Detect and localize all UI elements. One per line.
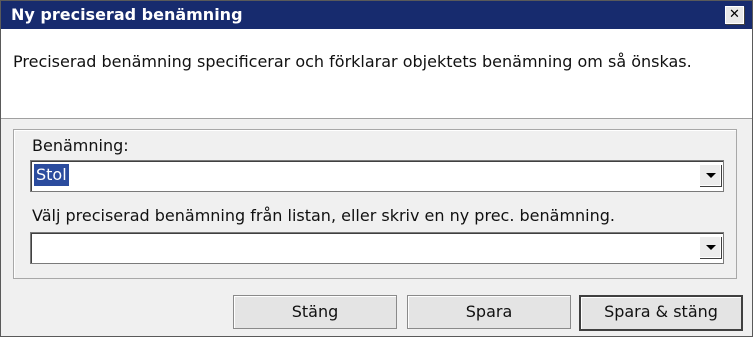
save-button[interactable]: Spara [407,295,571,329]
precise-dropdown-arrow[interactable] [699,236,721,258]
name-combobox[interactable]: Stol [30,160,724,192]
info-text: Preciserad benämning specificerar och fö… [13,52,692,71]
chevron-down-icon [706,245,716,250]
title-bar[interactable]: Ny preciserad benämning ✕ [1,1,752,29]
close-button[interactable]: Stäng [233,295,397,329]
dialog-window: Ny preciserad benämning ✕ Preciserad ben… [0,0,753,337]
chevron-down-icon [706,173,716,178]
save-and-close-button[interactable]: Spara & stäng [579,295,743,331]
name-dropdown-arrow[interactable] [699,164,721,186]
precise-combobox[interactable] [30,232,724,264]
precise-label: Välj preciserad benämning från listan, e… [32,206,615,225]
dialog-title: Ny preciserad benämning [11,5,243,24]
close-icon[interactable]: ✕ [725,6,744,24]
form-group: Benämning: Stol Välj preciserad benämnin… [13,129,737,279]
name-value: Stol [34,164,69,186]
info-panel: Preciserad benämning specificerar och fö… [1,29,752,119]
name-label: Benämning: [32,136,129,155]
